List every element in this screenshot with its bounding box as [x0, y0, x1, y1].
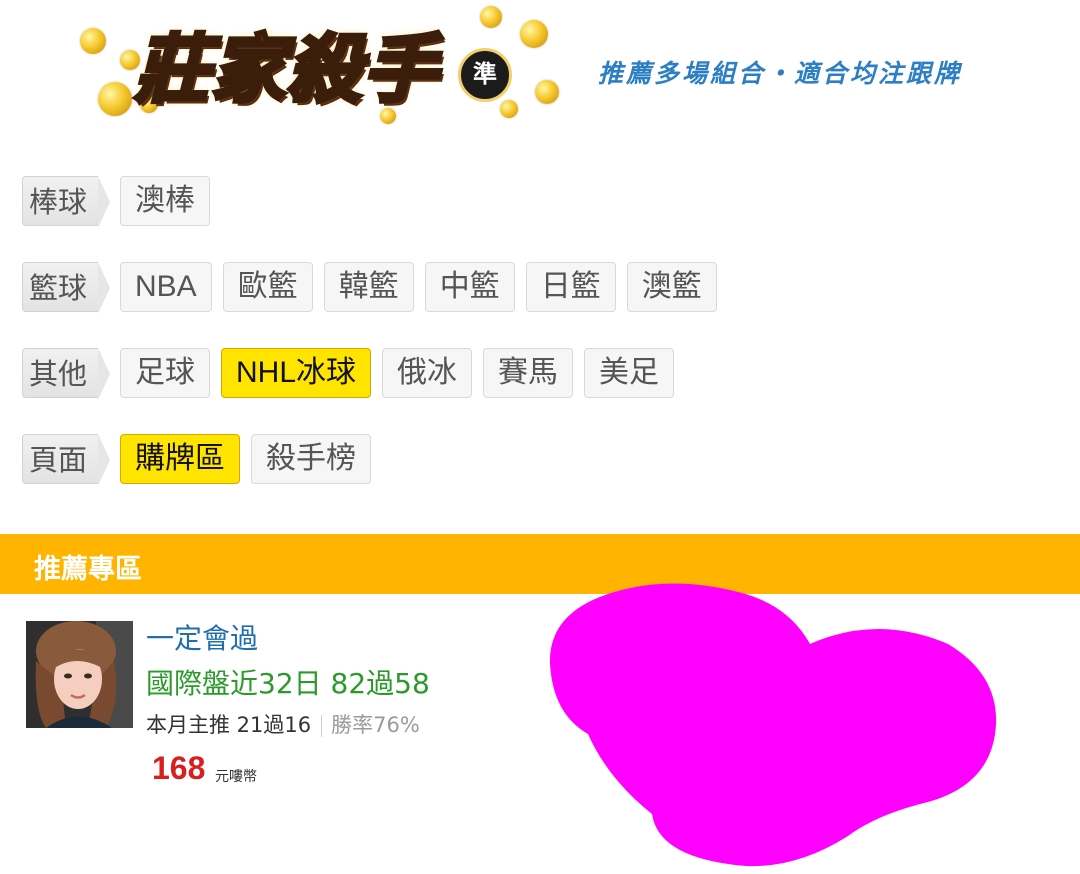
chip-japan-basketball[interactable]: 日籃: [525, 262, 616, 312]
category-row-baseball: 棒球 澳棒: [22, 174, 221, 228]
header-banner: 莊家殺手 準 推薦多場組合・適合均注跟牌: [0, 0, 1080, 150]
chip-russian-hockey[interactable]: 俄冰: [382, 348, 473, 398]
category-row-other: 其他 足球 NHL冰球 俄冰 賽馬 美足: [22, 346, 685, 400]
logo-title: 莊家殺手: [133, 25, 439, 115]
chip-soccer[interactable]: 足球: [120, 348, 210, 398]
logo-badge: 準: [458, 48, 512, 102]
win-rate: 勝率76%: [331, 713, 420, 737]
chip-nhl-hockey[interactable]: NHL冰球: [221, 348, 372, 398]
tagline: 推薦多場組合・適合均注跟牌: [598, 59, 963, 88]
site-logo[interactable]: 莊家殺手 準: [80, 0, 570, 140]
tipster-record: 國際盤近32日 82過58: [146, 667, 430, 700]
chip-purchase-area[interactable]: 購牌區: [120, 434, 240, 484]
chip-nba[interactable]: NBA: [120, 262, 212, 312]
tipster-name[interactable]: 一定會過: [146, 617, 258, 657]
tipster-monthly-stats: 本月主推 21過16 勝率76%: [146, 709, 420, 739]
chip-american-football[interactable]: 美足: [584, 348, 675, 398]
avatar[interactable]: [26, 621, 133, 728]
coin-icon: [520, 20, 548, 48]
price-unit: 元嘍幣: [215, 769, 257, 785]
monthly-record: 本月主推 21過16: [146, 713, 312, 737]
coin-icon: [98, 82, 132, 116]
chip-china-basketball[interactable]: 中籃: [424, 262, 515, 312]
redaction-mark: [549, 583, 997, 867]
category-label: 棒球: [22, 176, 110, 228]
avatar-photo: [26, 621, 133, 728]
chip-korea-basketball[interactable]: 韓籃: [323, 262, 414, 312]
chip-aus-baseball[interactable]: 澳棒: [120, 176, 210, 226]
coin-icon: [500, 100, 518, 118]
category-row-pages: 頁面 購牌區 殺手榜: [22, 432, 382, 486]
chip-aus-basketball[interactable]: 澳籃: [626, 262, 717, 312]
chip-killer-ranking[interactable]: 殺手榜: [251, 434, 371, 484]
chip-horse-racing[interactable]: 賽馬: [483, 348, 574, 398]
coin-icon: [535, 80, 559, 104]
price-value: 168: [152, 750, 206, 786]
divider: [321, 715, 323, 737]
coin-icon: [480, 6, 502, 28]
chip-euro-basketball[interactable]: 歐籃: [222, 262, 313, 312]
coin-icon: [80, 28, 106, 54]
section-title: 推薦專區: [34, 554, 142, 585]
category-label: 籃球: [22, 262, 110, 314]
category-label: 其他: [22, 348, 110, 400]
category-label: 頁面: [22, 434, 110, 486]
category-row-basketball: 籃球 NBA 歐籃 韓籃 中籃 日籃 澳籃: [22, 260, 728, 314]
